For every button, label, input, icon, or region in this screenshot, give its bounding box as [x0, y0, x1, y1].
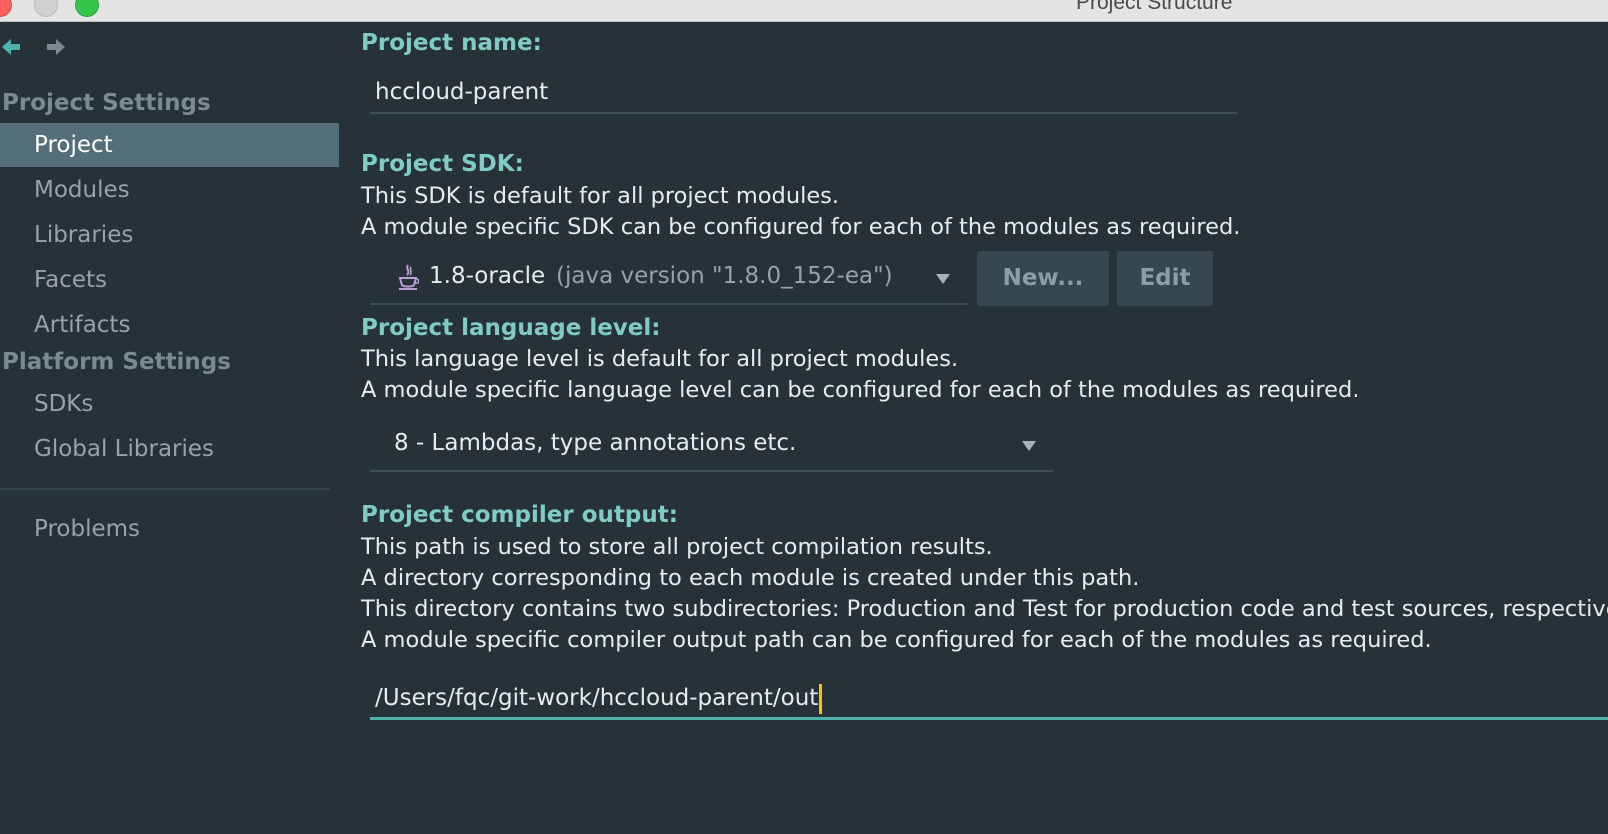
compiler-output-description-line-2: A directory corresponding to each module…	[361, 565, 1140, 591]
platform-settings-heading: Platform Settings	[2, 349, 231, 375]
sidebar-item-problems[interactable]: Problems	[0, 507, 339, 551]
chevron-down-icon	[936, 274, 950, 284]
language-level-description-line-1: This language level is default for all p…	[361, 346, 959, 372]
forward-arrow-icon[interactable]	[45, 36, 67, 58]
sidebar-item-artifacts[interactable]: Artifacts	[0, 303, 339, 347]
compiler-output-description-line-1: This path is used to store all project c…	[361, 534, 993, 560]
sidebar-item-libraries[interactable]: Libraries	[0, 213, 339, 257]
close-window-button[interactable]	[0, 0, 12, 17]
language-level-label: Project language level:	[361, 315, 661, 341]
sdk-selected-detail: (java version "1.8.0_152-ea")	[556, 263, 893, 289]
project-name-input[interactable]: hccloud-parent	[370, 72, 1237, 114]
sidebar: Project Settings Project Modules Librari…	[0, 22, 340, 834]
zoom-window-button[interactable]	[75, 0, 99, 17]
new-sdk-button[interactable]: New...	[977, 251, 1109, 306]
compiler-output-label: Project compiler output:	[361, 502, 678, 528]
edit-sdk-button[interactable]: Edit	[1117, 251, 1213, 306]
compiler-output-value: /Users/fqc/git-work/hccloud-parent/out	[375, 685, 819, 711]
sidebar-item-global-libraries[interactable]: Global Libraries	[0, 427, 339, 471]
language-level-combobox[interactable]: 8 - Lambdas, type annotations etc.	[370, 420, 1053, 472]
language-level-selected: 8 - Lambdas, type annotations etc.	[394, 430, 797, 456]
project-sdk-label: Project SDK:	[361, 151, 524, 177]
language-level-description-line-2: A module specific language level can be …	[361, 377, 1360, 403]
project-name-label: Project name:	[361, 30, 542, 56]
text-caret	[819, 683, 823, 714]
sidebar-divider	[0, 488, 330, 490]
back-arrow-icon[interactable]	[0, 36, 22, 58]
compiler-output-input[interactable]: /Users/fqc/git-work/hccloud-parent/out	[370, 678, 1608, 720]
sidebar-item-project[interactable]: Project	[0, 123, 339, 167]
sdk-selected-name: 1.8-oracle	[429, 263, 546, 289]
project-settings-heading: Project Settings	[2, 90, 211, 116]
window-title: Project Structure	[1076, 0, 1233, 14]
compiler-output-description-line-4: A module specific compiler output path c…	[361, 627, 1432, 653]
sidebar-item-sdks[interactable]: SDKs	[0, 382, 339, 426]
sidebar-item-modules[interactable]: Modules	[0, 168, 339, 212]
minimize-window-button[interactable]	[34, 0, 58, 17]
sdk-description-line-1: This SDK is default for all project modu…	[361, 183, 840, 209]
window-titlebar: Project Structure	[0, 0, 1608, 22]
java-icon	[398, 264, 419, 290]
sdk-description-line-2: A module specific SDK can be configured …	[361, 214, 1241, 240]
compiler-output-description-line-3: This directory contains two subdirectori…	[361, 596, 1608, 622]
sidebar-item-facets[interactable]: Facets	[0, 258, 339, 302]
chevron-down-icon	[1022, 441, 1036, 451]
sdk-combobox[interactable]: 1.8-oracle (java version "1.8.0_152-ea")	[370, 253, 967, 305]
